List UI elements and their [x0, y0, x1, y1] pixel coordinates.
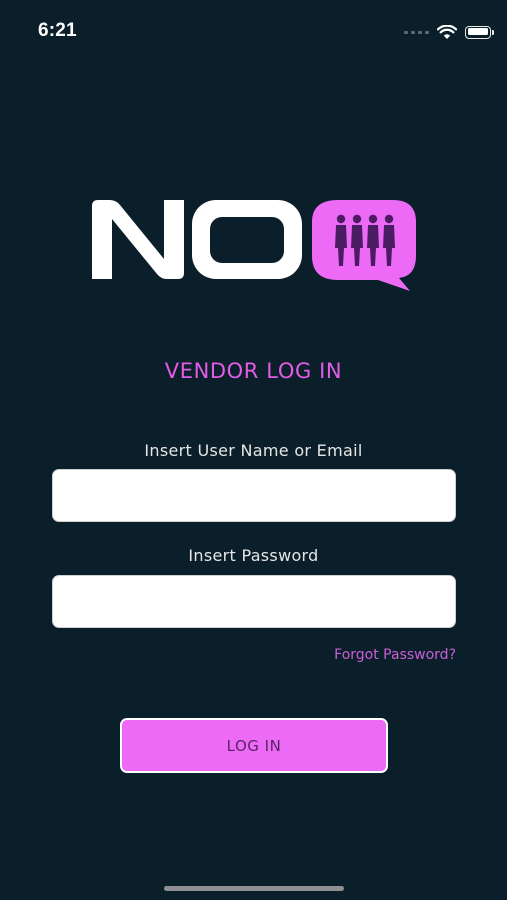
login-button[interactable]: LOG IN [120, 718, 388, 773]
cellular-signal-icon [404, 30, 429, 34]
username-input[interactable] [52, 469, 456, 522]
wifi-icon [437, 24, 457, 39]
status-bar: 6:21 [0, 0, 507, 60]
password-label: Insert Password [188, 546, 319, 565]
home-indicator[interactable] [164, 886, 344, 891]
noq-logo [92, 200, 416, 291]
page-title: VENDOR LOG IN [164, 359, 343, 383]
forgot-password-link[interactable]: Forgot Password? [334, 647, 456, 663]
battery-icon [465, 25, 494, 39]
username-label: Insert User Name or Email [144, 441, 363, 460]
status-icons [404, 22, 494, 42]
status-time: 6:21 [38, 20, 77, 41]
password-input[interactable] [52, 575, 456, 628]
